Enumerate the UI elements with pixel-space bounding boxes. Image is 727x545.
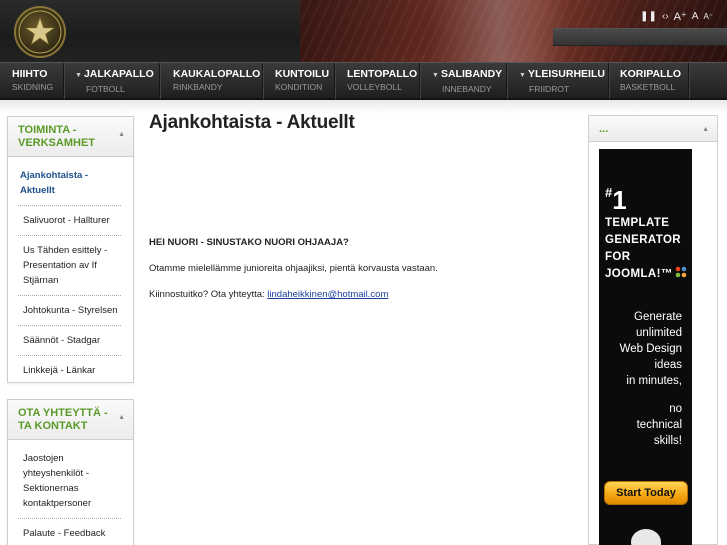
nav-item-label: SALIBANDY xyxy=(440,68,503,80)
article-contact: Kiinnostuitko? Ota yhteytta: lindaheikki… xyxy=(149,288,579,301)
prev-next-icon[interactable]: ‹› xyxy=(662,11,669,22)
site-header: ❚❚ ‹› A⁺ A A⁻ xyxy=(0,0,727,62)
nav-item-salibandy[interactable]: ▼ SALIBANDY INNEBANDY xyxy=(420,63,507,99)
chevron-down-icon: ▼ xyxy=(75,72,82,79)
nav-item-label: HIIHTO xyxy=(12,68,48,80)
article-paragraph: Otamme mielellämme junioreita ohjaajiksi… xyxy=(149,263,438,274)
sidebar-item-esittely[interactable]: Us Tähden esittely - Presentation av If … xyxy=(18,236,121,296)
nav-item-jalkapallo[interactable]: ▼ JALKAPALLO FOTBOLL xyxy=(64,63,160,99)
sidebar-item-linkkeja[interactable]: Linkkejä - Länkar xyxy=(18,356,121,385)
nav-item-label: KUNTOILU xyxy=(275,68,330,80)
sidebar-menu: Jaostojen yhteyshenkilöt - Sektionernas … xyxy=(8,440,133,545)
nav-item-label: YLEISURHEILU xyxy=(527,68,605,80)
header-search-bar[interactable] xyxy=(553,28,727,46)
nav-item-lentopallo[interactable]: LENTOPALLO VOLLEYBOLL xyxy=(335,63,420,99)
template-generator-ad[interactable]: #1 TEMPLATE GENERATOR FOR JOOMLA!™ Gener… xyxy=(599,149,692,545)
ad-copy-2: no technical skills! xyxy=(636,403,682,447)
sidebar-module-kontakt: OTA YHTEYTTÄ - TA KONTAKT ▲ Jaostojen yh… xyxy=(7,399,134,545)
module-header[interactable]: ... ▲ xyxy=(589,116,717,142)
contact-email-link[interactable]: lindaheikkinen@hotmail.com xyxy=(267,289,388,300)
nav-item-yleisurheilu[interactable]: ▼ YLEISURHEILU FRIIDROT xyxy=(507,63,609,99)
module-header[interactable]: TOIMINTA - VERKSAMHET ▲ xyxy=(8,117,133,157)
module-title: ... xyxy=(599,123,609,135)
nav-item-sublabel: RINKBANDY xyxy=(173,82,223,92)
palette-icon xyxy=(631,529,661,545)
contact-prefix: Kiinnostuitko? Ota yhteytta: xyxy=(149,289,268,300)
sidebar-item-salivuorot[interactable]: Salivuorot - Hallturer xyxy=(18,206,121,236)
nav-item-sublabel: FOTBOLL xyxy=(86,84,125,94)
sidebar-item-ajankohtaista[interactable]: Ajankohtaista - Aktuellt xyxy=(18,161,121,206)
start-today-button[interactable]: Start Today xyxy=(604,481,688,505)
sidebar-item-palaute[interactable]: Palaute - Feedback xyxy=(18,519,121,545)
nav-item-kaukalopallo[interactable]: KAUKALOPALLO RINKBANDY xyxy=(160,63,263,99)
club-logo[interactable] xyxy=(14,6,66,58)
sidebar-item-saannot[interactable]: Säännöt - Stadgar xyxy=(18,326,121,356)
sidebar-module-verksamhet: TOIMINTA - VERKSAMHET ▲ Ajankohtaista - … xyxy=(7,116,134,383)
chevron-down-icon: ▼ xyxy=(519,72,526,79)
sidebar-item-yhteyshenkilot[interactable]: Jaostojen yhteyshenkilöt - Sektionernas … xyxy=(18,444,121,519)
collapse-icon[interactable]: ▲ xyxy=(118,131,125,138)
nav-item-sublabel: KONDITION xyxy=(275,82,323,92)
page-title: Ajankohtaista - Aktuellt xyxy=(149,112,355,133)
sidebar-item-johtokunta[interactable]: Johtokunta - Styrelsen xyxy=(18,296,121,326)
nav-item-sublabel: SKIDNING xyxy=(12,82,54,92)
header-glass-highlight xyxy=(430,0,570,62)
ad-headline: TEMPLATE GENERATOR FOR JOOMLA!™ xyxy=(605,215,687,283)
article-body: HEI NUORI - SINUSTAKO NUORI OHJAAJA? Ota… xyxy=(149,236,579,314)
joomla-logo-icon xyxy=(675,266,687,278)
nav-item-label: KAUKALOPALLO xyxy=(173,68,261,80)
font-decrease-button[interactable]: A⁻ xyxy=(703,12,713,21)
collapse-icon[interactable]: ▲ xyxy=(702,126,709,133)
font-reset-button[interactable]: A xyxy=(692,11,699,22)
nav-item-koripallo[interactable]: KORIPALLO BASKETBOLL xyxy=(609,63,689,99)
nav-item-sublabel: FRIIDROT xyxy=(529,84,570,94)
nav-item-sublabel: INNEBANDY xyxy=(442,84,492,94)
ad-copy: Generate unlimited Web Design ideas in m… xyxy=(619,311,682,387)
header-controls: ❚❚ ‹› A⁺ A A⁻ xyxy=(640,10,713,23)
module-title: OTA YHTEYTTÄ - TA KONTAKT xyxy=(18,407,108,432)
nav-item-sublabel: VOLLEYBOLL xyxy=(347,82,402,92)
main-navigation: HIIHTO SKIDNING ▼ JALKAPALLO FOTBOLL KAUK… xyxy=(0,62,727,100)
nav-item-hiihto[interactable]: HIIHTO SKIDNING xyxy=(0,63,64,99)
module-title: TOIMINTA - VERKSAMHET xyxy=(18,124,96,149)
nav-item-sublabel: BASKETBOLL xyxy=(620,82,676,92)
nav-item-kuntoilu[interactable]: KUNTOILU KONDITION xyxy=(263,63,335,99)
pause-icon[interactable]: ❚❚ xyxy=(640,11,657,22)
nav-item-label: KORIPALLO xyxy=(620,68,682,80)
nav-item-label: JALKAPALLO xyxy=(83,68,154,80)
nav-item-label: LENTOPALLO xyxy=(347,68,418,80)
main-content: Ajankohtaista - Aktuellt xyxy=(149,112,579,134)
star-icon xyxy=(18,10,62,54)
font-increase-button[interactable]: A⁺ xyxy=(674,10,687,23)
chevron-down-icon: ▼ xyxy=(432,72,439,79)
module-header[interactable]: OTA YHTEYTTÄ - TA KONTAKT ▲ xyxy=(8,400,133,440)
ad-rank: #1 xyxy=(605,185,627,215)
article-heading: HEI NUORI - SINUSTAKO NUORI OHJAAJA? xyxy=(149,237,349,248)
sidebar-menu: Ajankohtaista - Aktuellt Salivuorot - Ha… xyxy=(8,157,133,387)
collapse-icon[interactable]: ▲ xyxy=(118,414,125,421)
